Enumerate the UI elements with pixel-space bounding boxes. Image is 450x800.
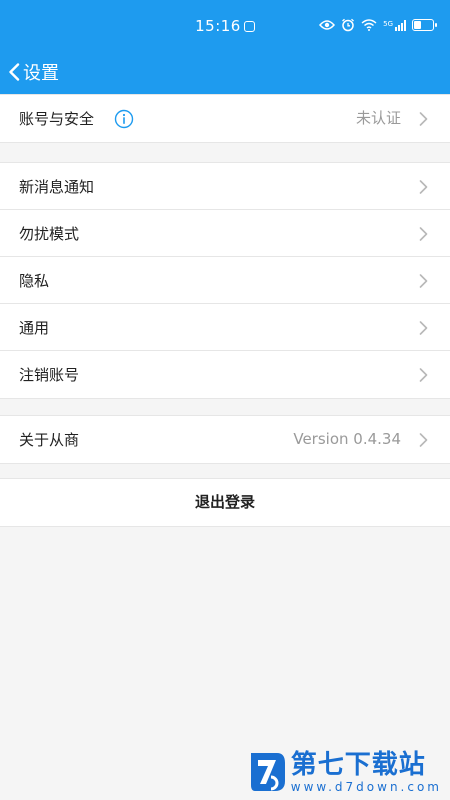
- menu-item-notifications[interactable]: 新消息通知: [0, 163, 450, 210]
- menu-item-privacy[interactable]: 隐私: [0, 257, 450, 304]
- nav-bar: 设置: [0, 50, 450, 94]
- menu-item-delete-account[interactable]: 注销账号: [0, 351, 450, 398]
- menu-item-label: 勿扰模式: [19, 224, 80, 243]
- chevron-right-icon: [419, 321, 428, 335]
- menu-item-do-not-disturb[interactable]: 勿扰模式: [0, 210, 450, 257]
- chevron-left-icon: [9, 63, 20, 81]
- menu-item-label: 隐私: [19, 271, 50, 290]
- account-group: 账号与安全 未认证: [0, 94, 450, 143]
- chevron-right-icon: [419, 274, 428, 288]
- eye-icon: [319, 20, 336, 30]
- notification-icon: [243, 21, 255, 32]
- status-icons: 5G: [319, 17, 437, 33]
- battery-icon: [412, 19, 437, 31]
- wifi-icon: [361, 19, 377, 31]
- account-security-row[interactable]: 账号与安全 未认证: [0, 95, 450, 142]
- about-label: 关于从商: [19, 431, 80, 449]
- status-time: 15:16: [195, 17, 241, 35]
- account-security-label: 账号与安全: [19, 110, 95, 128]
- info-icon[interactable]: [114, 109, 134, 129]
- settings-menu-group: 新消息通知 勿扰模式 隐私 通用 注销账号: [0, 162, 450, 399]
- watermark: 第七下载站 www.d7down.com: [247, 750, 442, 794]
- chevron-right-icon: [419, 433, 428, 447]
- verification-status: 未认证: [355, 109, 401, 127]
- watermark-url: www.d7down.com: [290, 780, 442, 794]
- menu-item-general[interactable]: 通用: [0, 304, 450, 351]
- menu-item-label: 新消息通知: [19, 177, 95, 196]
- network-type: 5G: [383, 19, 393, 28]
- alarm-icon: [342, 18, 355, 32]
- watermark-text: 第七下载站 www.d7down.com: [291, 750, 442, 794]
- logout-group: 退出登录: [0, 478, 450, 527]
- page-title: 设置: [23, 63, 59, 84]
- logout-button[interactable]: 退出登录: [0, 479, 450, 526]
- status-bar: 15:16 5G: [0, 0, 450, 50]
- watermark-logo: [250, 753, 285, 791]
- chevron-right-icon: [419, 180, 428, 194]
- chevron-right-icon: [419, 112, 428, 126]
- app-version: Version 0.4.34: [293, 430, 401, 448]
- signal-icon: 5G: [383, 19, 406, 31]
- menu-item-label: 注销账号: [19, 366, 80, 384]
- about-group: 关于从商 Version 0.4.34: [0, 415, 450, 464]
- menu-item-label: 通用: [19, 318, 50, 337]
- chevron-right-icon: [419, 227, 428, 241]
- back-button[interactable]: 设置: [8, 58, 59, 86]
- about-row[interactable]: 关于从商 Version 0.4.34: [0, 416, 450, 463]
- watermark-name: 第七下载站: [290, 750, 426, 780]
- chevron-right-icon: [419, 368, 428, 382]
